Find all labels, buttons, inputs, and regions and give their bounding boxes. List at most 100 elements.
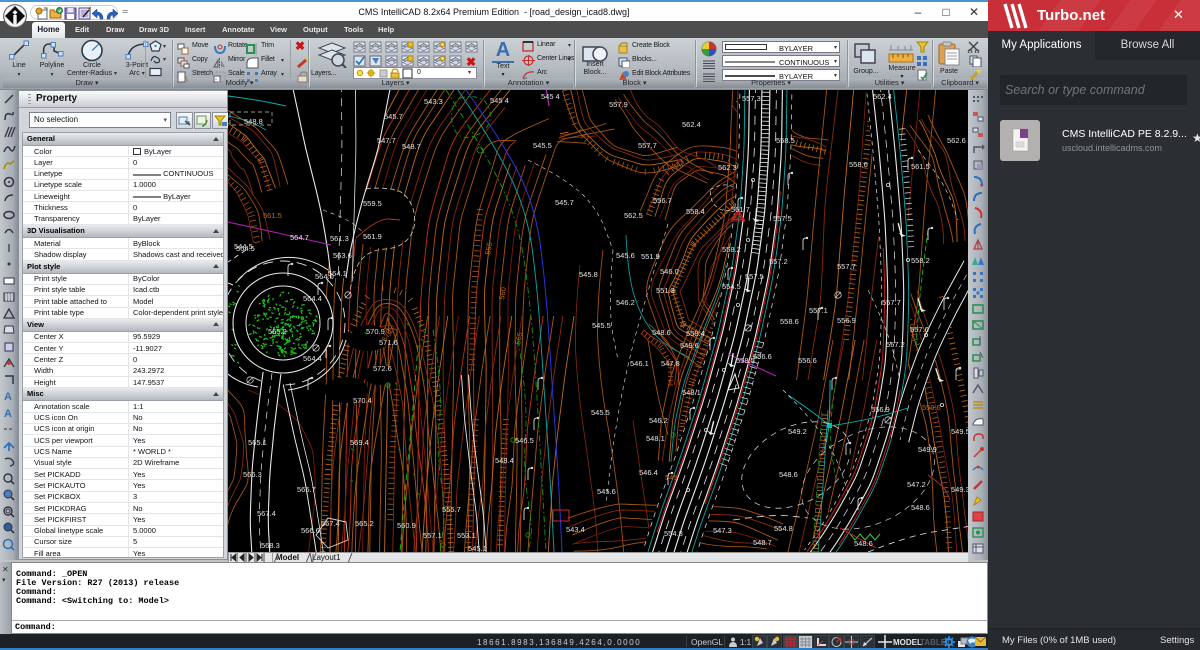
svg-text:555.7: 555.7 — [442, 505, 461, 514]
svg-text:569.4: 569.4 — [350, 438, 369, 447]
svg-text:562 3: 562 3 — [718, 163, 737, 172]
svg-text:546.1: 546.1 — [630, 359, 649, 368]
svg-text:548.6: 548.6 — [854, 539, 873, 548]
svg-text:546.5: 546.5 — [515, 436, 534, 445]
svg-text:561.5: 561.5 — [263, 211, 282, 220]
svg-text:543.4: 543.4 — [566, 525, 585, 534]
svg-text:551.3: 551.3 — [656, 286, 675, 295]
svg-text:565.2: 565.2 — [268, 327, 287, 336]
svg-text:566.3: 566.3 — [243, 470, 262, 479]
svg-text:547.8: 547.8 — [661, 359, 680, 368]
svg-text:558.6: 558.6 — [780, 317, 799, 326]
svg-text:565.2: 565.2 — [355, 519, 374, 528]
svg-text:564.0: 564.0 — [315, 272, 334, 281]
svg-text:572.6: 572.6 — [373, 364, 392, 373]
svg-text:558.4: 558.4 — [686, 207, 705, 216]
svg-text:548.6: 548.6 — [779, 470, 798, 479]
svg-text:557.2: 557.2 — [886, 340, 905, 349]
svg-text:563.6: 563.6 — [333, 251, 352, 260]
svg-text:562.4: 562.4 — [682, 120, 701, 129]
svg-text:549.6: 549.6 — [680, 341, 699, 350]
svg-text:553.1: 553.1 — [457, 531, 476, 540]
svg-text:545 4: 545 4 — [490, 96, 509, 105]
svg-text:562.5: 562.5 — [624, 211, 643, 220]
svg-text:545.6: 545.6 — [616, 251, 635, 260]
svg-text:547.3: 547.3 — [713, 526, 732, 535]
svg-text:A: A — [4, 391, 12, 403]
svg-text:548.6: 548.6 — [652, 328, 671, 337]
svg-text:✖: ✖ — [466, 55, 476, 67]
svg-text:566.6: 566.6 — [301, 526, 320, 535]
svg-text:554.8: 554.8 — [664, 529, 683, 538]
svg-text:565.1: 565.1 — [248, 438, 267, 447]
svg-text:546.2: 546.2 — [649, 416, 668, 425]
svg-text:554.8: 554.8 — [774, 524, 793, 533]
svg-text:559.5: 559.5 — [363, 199, 382, 208]
svg-text:557.1: 557.1 — [809, 306, 828, 315]
svg-text:548.7: 548.7 — [753, 538, 772, 547]
svg-text:558.5: 558.5 — [736, 356, 755, 365]
svg-text:546.0: 546.0 — [660, 267, 679, 276]
svg-text:545.7: 545.7 — [384, 112, 403, 121]
svg-text:564.4: 564.4 — [303, 354, 322, 363]
svg-text:562.4: 562.4 — [873, 92, 892, 101]
svg-text:561.3: 561.3 — [330, 234, 349, 243]
svg-text:545 4: 545 4 — [541, 92, 560, 101]
svg-text:562.6: 562.6 — [947, 136, 966, 145]
svg-text:558.6: 558.6 — [849, 160, 868, 169]
svg-text:568.3: 568.3 — [261, 541, 280, 550]
svg-text:548.8: 548.8 — [244, 117, 263, 126]
svg-text:A: A — [4, 408, 12, 420]
svg-text:545: 545 — [665, 473, 678, 482]
svg-text:545.8: 545.8 — [579, 270, 598, 279]
svg-text:561.9: 561.9 — [363, 232, 382, 241]
svg-text:557.5: 557.5 — [773, 214, 792, 223]
svg-text:547.7: 547.7 — [377, 136, 396, 145]
svg-text:557.2: 557.2 — [769, 257, 788, 266]
svg-text:548.6: 548.6 — [911, 503, 930, 512]
svg-text:561.7: 561.7 — [731, 205, 750, 214]
svg-text:548.4: 548.4 — [495, 456, 514, 465]
svg-text:558.5: 558.5 — [776, 136, 795, 145]
svg-text:545.5: 545.5 — [592, 321, 611, 330]
svg-text:557.7: 557.7 — [882, 298, 901, 307]
svg-text:556.9: 556.9 — [837, 316, 856, 325]
svg-text:545.5: 545.5 — [591, 408, 610, 417]
svg-text:549.9: 549.9 — [918, 445, 937, 454]
svg-text:549.3: 549.3 — [951, 485, 968, 494]
svg-text:570.4: 570.4 — [353, 396, 372, 405]
svg-text:557.1: 557.1 — [423, 531, 442, 540]
svg-text:549.5: 549.5 — [951, 427, 968, 436]
svg-text:545.6: 545.6 — [597, 487, 616, 496]
svg-text:547.2: 547.2 — [907, 480, 926, 489]
svg-text:546.2: 546.2 — [616, 298, 635, 307]
svg-text:551.9: 551.9 — [641, 252, 660, 261]
svg-text:564.4: 564.4 — [303, 294, 322, 303]
svg-text:543.3: 543.3 — [424, 97, 443, 106]
svg-text:560.9: 560.9 — [397, 521, 416, 530]
svg-text:558.2: 558.2 — [722, 245, 741, 254]
svg-text:556.9: 556.9 — [871, 405, 890, 414]
svg-text:558.2: 558.2 — [911, 256, 930, 265]
svg-text:544.5: 544.5 — [234, 242, 253, 251]
svg-text:556.7: 556.7 — [653, 196, 672, 205]
svg-text:557.3: 557.3 — [742, 94, 761, 103]
svg-text:557.9: 557.9 — [609, 100, 628, 109]
svg-text:556.6: 556.6 — [798, 356, 817, 365]
svg-text:564.7: 564.7 — [290, 233, 309, 242]
svg-text:556.6: 556.6 — [753, 352, 772, 361]
svg-text:548.1: 548.1 — [646, 434, 665, 443]
svg-text:545.5: 545.5 — [533, 141, 552, 150]
svg-text:548.7: 548.7 — [402, 142, 421, 151]
svg-text:557.7: 557.7 — [837, 262, 856, 271]
svg-text:565.7: 565.7 — [297, 485, 316, 494]
svg-text:557.6: 557.6 — [910, 325, 929, 334]
svg-text:567.4: 567.4 — [257, 509, 276, 518]
svg-text:546.4: 546.4 — [639, 468, 658, 477]
svg-text:558.4: 558.4 — [686, 329, 705, 338]
svg-text:549.2: 549.2 — [788, 427, 807, 436]
svg-text:554.5: 554.5 — [722, 282, 741, 291]
svg-text:545.7: 545.7 — [555, 198, 574, 207]
svg-text:550.6: 550.6 — [922, 403, 941, 412]
svg-text:557.5: 557.5 — [745, 272, 764, 281]
